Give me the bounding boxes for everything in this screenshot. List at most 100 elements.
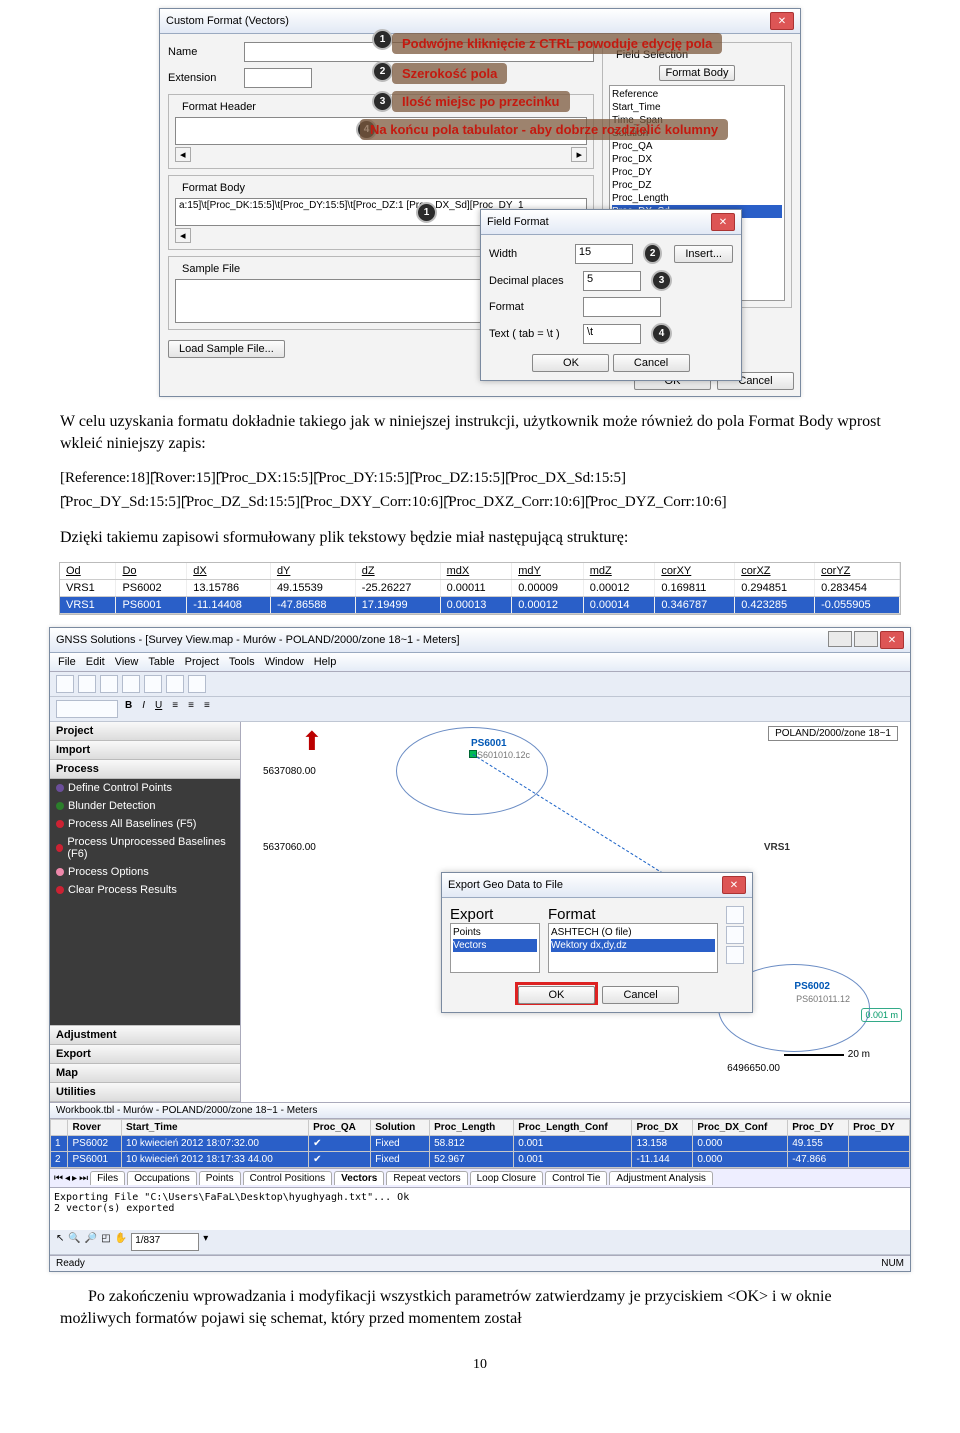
close-icon[interactable]: ✕ xyxy=(770,12,794,30)
sidebar-item[interactable]: Define Control Points xyxy=(50,779,240,797)
sidebar-header-import[interactable]: Import xyxy=(50,741,240,760)
extension-input[interactable] xyxy=(244,68,312,88)
list-item[interactable]: Vectors xyxy=(453,939,537,952)
sidebar-header-export[interactable]: Export xyxy=(50,1045,240,1064)
sidebar-header-map[interactable]: Map xyxy=(50,1064,240,1083)
col-header[interactable]: Proc_Length_Conf xyxy=(514,1120,632,1136)
tab-nav-icon[interactable]: ⏮ xyxy=(54,1173,63,1184)
ff-ok-button[interactable]: OK xyxy=(532,354,609,372)
scroll-left-icon[interactable]: ◂ xyxy=(175,228,191,243)
insert-button[interactable]: Insert... xyxy=(674,245,733,263)
export-cancel-button[interactable]: Cancel xyxy=(602,986,679,1004)
align-right-icon[interactable]: ≡ xyxy=(201,700,213,718)
sidebar-header-utilities[interactable]: Utilities xyxy=(50,1083,240,1102)
tab-nav-icon[interactable]: ◂ xyxy=(65,1173,70,1184)
list-item[interactable]: Wektory dx,dy,dz xyxy=(551,939,715,952)
ff-cancel-button[interactable]: Cancel xyxy=(613,354,690,372)
field-list-item[interactable]: Proc_DZ xyxy=(612,179,782,192)
field-list-item[interactable]: Proc_Length xyxy=(612,192,782,205)
tool-icon[interactable] xyxy=(726,906,744,924)
map-canvas[interactable]: POLAND/2000/zone 18~1 ⬆ PS6001 PS601010.… xyxy=(241,722,910,1102)
menu-item[interactable]: Table xyxy=(148,656,174,668)
zoom-extent-icon[interactable]: ◰ xyxy=(101,1233,110,1251)
tool-icon[interactable] xyxy=(122,675,140,693)
format-body-tab[interactable]: Format Body xyxy=(659,65,736,81)
decimal-input[interactable]: 5 xyxy=(583,271,641,291)
workbook-tab[interactable]: Points xyxy=(199,1171,241,1185)
text-input[interactable]: \t xyxy=(583,324,641,344)
sidebar-item[interactable]: Process Options xyxy=(50,863,240,881)
export-ok-button[interactable]: OK xyxy=(518,986,595,1004)
menu-item[interactable]: Help xyxy=(314,656,337,668)
col-header[interactable]: Proc_Length xyxy=(430,1120,514,1136)
sidebar-header-adjustment[interactable]: Adjustment xyxy=(50,1026,240,1045)
align-left-icon[interactable]: ≡ xyxy=(169,700,181,718)
col-header[interactable]: Solution xyxy=(371,1120,430,1136)
col-header[interactable]: Proc_DX xyxy=(632,1120,693,1136)
workbook-tab[interactable]: Control Tie xyxy=(545,1171,607,1185)
underline-icon[interactable]: U xyxy=(152,700,165,718)
col-header[interactable]: Proc_DY xyxy=(849,1120,910,1136)
tool-icon[interactable] xyxy=(144,675,162,693)
tool-icon[interactable] xyxy=(726,926,744,944)
bold-icon[interactable]: B xyxy=(122,700,135,718)
col-header[interactable]: Proc_DX_Conf xyxy=(693,1120,788,1136)
menu-item[interactable]: Tools xyxy=(229,656,255,668)
menu-item[interactable]: View xyxy=(115,656,139,668)
tool-icon[interactable] xyxy=(166,675,184,693)
sidebar-header-project[interactable]: Project xyxy=(50,722,240,741)
pointer-icon[interactable]: ↖ xyxy=(56,1233,64,1251)
tool-icon[interactable] xyxy=(726,946,744,964)
tab-nav-icon[interactable]: ▸ xyxy=(72,1173,77,1184)
sidebar-item[interactable]: Process All Baselines (F5) xyxy=(50,815,240,833)
pager-dropdown-icon[interactable]: ▾ xyxy=(203,1233,208,1251)
close-icon[interactable]: ✕ xyxy=(711,213,735,231)
sidebar-item[interactable]: Process Unprocessed Baselines (F6) xyxy=(50,833,240,863)
zoom-out-icon[interactable]: 🔎 xyxy=(85,1233,97,1251)
load-sample-button[interactable]: Load Sample File... xyxy=(168,340,285,358)
list-item[interactable]: Points xyxy=(453,926,537,939)
workbook-tab[interactable]: Occupations xyxy=(127,1171,197,1185)
field-list-item[interactable]: Start_Time xyxy=(612,101,782,114)
menu-item[interactable]: Project xyxy=(185,656,219,668)
width-input[interactable]: 15 xyxy=(575,244,633,264)
sidebar-header-process[interactable]: Process xyxy=(50,760,240,779)
maximize-icon[interactable] xyxy=(854,631,878,647)
workbook-tab[interactable]: Repeat vectors xyxy=(386,1171,467,1185)
scroll-right-icon[interactable]: ▸ xyxy=(571,147,587,162)
align-center-icon[interactable]: ≡ xyxy=(185,700,197,718)
col-header[interactable]: Proc_QA xyxy=(309,1120,371,1136)
close-icon[interactable]: ✕ xyxy=(880,631,904,649)
menu-item[interactable]: Window xyxy=(265,656,304,668)
sidebar-item[interactable]: Blunder Detection xyxy=(50,797,240,815)
close-icon[interactable]: ✕ xyxy=(722,876,746,894)
list-item[interactable]: ASHTECH (O file) xyxy=(551,926,715,939)
workbook-tab[interactable]: Files xyxy=(90,1171,125,1185)
workbook-tab[interactable]: Vectors xyxy=(334,1171,384,1185)
format-list[interactable]: ASHTECH (O file)Wektory dx,dy,dz xyxy=(548,923,718,973)
format-select[interactable] xyxy=(583,297,661,317)
font-select[interactable] xyxy=(56,700,118,718)
col-header[interactable]: Rover xyxy=(68,1120,122,1136)
menu-item[interactable]: Edit xyxy=(86,656,105,668)
col-header[interactable]: Proc_DY xyxy=(788,1120,849,1136)
tool-icon[interactable] xyxy=(100,675,118,693)
field-list-item[interactable]: Proc_QA xyxy=(612,140,782,153)
field-list-item[interactable]: Proc_DX xyxy=(612,153,782,166)
field-list-item[interactable]: Proc_DY xyxy=(612,166,782,179)
field-list-item[interactable]: Reference xyxy=(612,88,782,101)
workbook-tab[interactable]: Adjustment Analysis xyxy=(609,1171,713,1185)
tab-nav-icon[interactable]: ⏭ xyxy=(79,1173,88,1184)
col-header[interactable]: Start_Time xyxy=(122,1120,309,1136)
hand-icon[interactable]: ✋ xyxy=(115,1233,127,1251)
tool-icon[interactable] xyxy=(56,675,74,693)
minimize-icon[interactable] xyxy=(828,631,852,647)
workbook-tab[interactable]: Control Positions xyxy=(243,1171,333,1185)
menu-item[interactable]: File xyxy=(58,656,76,668)
sidebar-item[interactable]: Clear Process Results xyxy=(50,881,240,899)
italic-icon[interactable]: I xyxy=(139,700,148,718)
pager-input[interactable]: 1/837 xyxy=(131,1233,199,1251)
tool-icon[interactable] xyxy=(188,675,206,693)
zoom-in-icon[interactable]: 🔍 xyxy=(68,1233,80,1251)
scroll-left-icon[interactable]: ◂ xyxy=(175,147,191,162)
